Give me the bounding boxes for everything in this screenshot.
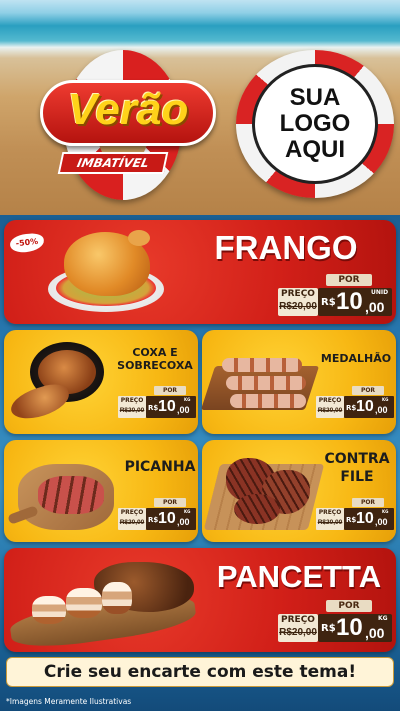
steak-board-image (203, 450, 325, 538)
product-name: FRANGO (214, 229, 358, 266)
product-name: CONTRA FILE (324, 451, 390, 485)
medallion-skewers-image (200, 348, 320, 422)
price-tag: POR PREÇO R$20,00 R$ 10 ,00 KG (316, 386, 394, 420)
pancetta-board-image (8, 556, 206, 653)
product-name: PANCETTA (216, 559, 382, 594)
picanha-board-image (7, 454, 120, 536)
price-tag: POR PREÇO R$20,00 R$ 10 ,00 KG (118, 498, 196, 532)
subheadline: IMBATÍVEL (57, 152, 169, 174)
logo-text: AQUI (285, 136, 345, 163)
product-card-pancetta: PANCETTA POR PREÇO R$20,00 R$ 10 ,00 KG (4, 548, 396, 653)
logo-text: LOGO (279, 110, 351, 137)
logo-text: SUA (289, 84, 341, 111)
product-card-frango: -50% FRANGO POR PREÇO R$20,00 R$ 10 ,00 … (4, 220, 396, 324)
chicken-leg-image (7, 336, 108, 426)
headline: Verão (67, 85, 189, 134)
product-card-picanha: PICANHA POR PREÇO R$20,00 R$ 10 ,00 KG (4, 440, 198, 542)
cta-banner[interactable]: Crie seu encarte com este tema! (6, 657, 394, 687)
product-name: COXA E SOBRECOXA (117, 346, 193, 372)
roast-chicken-image (46, 226, 168, 320)
product-name: PICANHA (124, 459, 196, 475)
price-tag: POR PREÇO R$20,00 R$ 10 ,00 KG (276, 600, 392, 646)
disclaimer: *Imagens Meramente Ilustrativas (6, 697, 132, 706)
price-tag: POR PREÇO R$20,00 R$ 10 ,00 UNID (276, 274, 392, 320)
product-name: MEDALHÃO (320, 352, 392, 365)
product-card-medalhao: MEDALHÃO POR PREÇO R$20,00 R$ 10 ,00 KG (200, 330, 396, 434)
discount-badge: -50% (9, 232, 45, 254)
price-tag: POR PREÇO R$20,00 R$ 10 ,00 KG (316, 498, 394, 532)
product-card-contra-file: CONTRA FILE POR PREÇO R$20,00 R$ 10 ,00 … (202, 440, 396, 542)
price-tag: POR PREÇO R$20,00 R$ 10 ,00 KG (118, 386, 196, 420)
product-card-coxa-sobrecoxa: COXA E SOBRECOXA POR PREÇO R$20,00 R$ 10… (4, 330, 198, 434)
